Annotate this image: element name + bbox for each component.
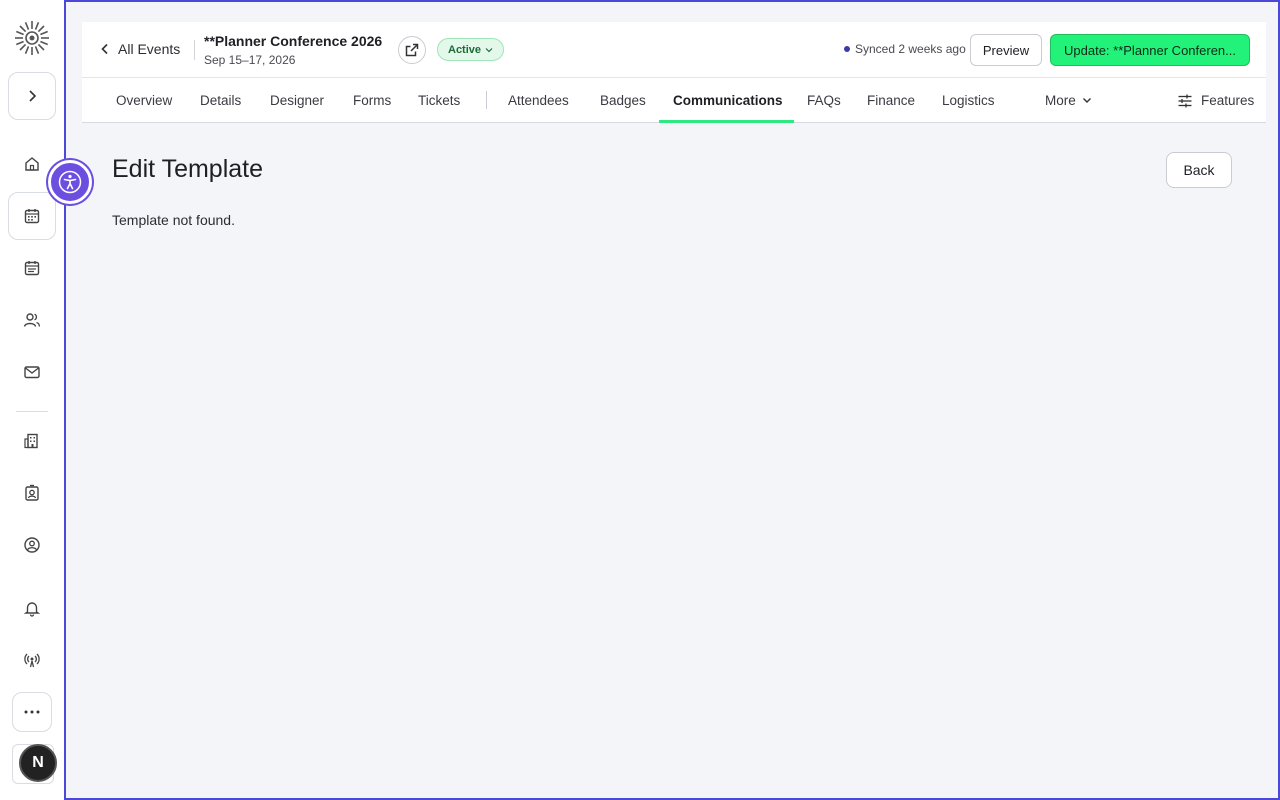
tab-finance[interactable]: Finance xyxy=(867,78,915,123)
schedule-icon xyxy=(24,261,40,276)
sync-dot-icon xyxy=(844,46,850,52)
ellipsis-icon xyxy=(24,710,40,714)
broadcast-icon xyxy=(24,653,40,668)
accessibility-icon xyxy=(58,170,82,194)
event-date: Sep 15–17, 2026 xyxy=(204,53,296,67)
chevron-down-icon xyxy=(1082,98,1091,103)
preview-button[interactable]: Preview xyxy=(970,34,1042,66)
all-events-label: All Events xyxy=(118,41,181,57)
nav-events[interactable] xyxy=(8,192,56,240)
tab-badges[interactable]: Badges xyxy=(600,78,646,123)
more-label: More xyxy=(1045,93,1076,108)
tab-faqs[interactable]: FAQs xyxy=(807,78,841,123)
nav-mail[interactable] xyxy=(8,348,56,396)
chevron-left-icon xyxy=(101,43,108,55)
tab-separator xyxy=(486,91,487,109)
active-tab-indicator xyxy=(659,120,794,123)
more-options-button[interactable] xyxy=(12,692,52,732)
external-link-icon xyxy=(405,43,419,57)
status-label: Active xyxy=(448,43,482,56)
left-rail: N xyxy=(0,0,64,800)
tab-tickets[interactable]: Tickets xyxy=(418,78,460,123)
tab-more-dropdown[interactable]: More xyxy=(1045,78,1092,123)
header-separator xyxy=(194,40,195,60)
event-header: All Events **Planner Conference 2026 Sep… xyxy=(82,22,1266,77)
sync-text: Synced 2 weeks ago xyxy=(855,42,966,56)
building-icon xyxy=(24,433,38,449)
open-external-button[interactable] xyxy=(398,36,426,64)
event-tabs: Overview Details Designer Forms Tickets … xyxy=(82,77,1266,123)
rail-divider xyxy=(16,411,48,412)
home-icon xyxy=(25,157,39,171)
tab-forms[interactable]: Forms xyxy=(353,78,391,123)
expand-sidebar-button[interactable] xyxy=(8,72,56,120)
nav-badges[interactable] xyxy=(8,469,56,517)
tab-details[interactable]: Details xyxy=(200,78,241,123)
page-title: Edit Template xyxy=(112,155,264,183)
template-not-found-message: Template not found. xyxy=(112,212,235,228)
user-circle-icon xyxy=(24,537,40,553)
users-icon xyxy=(23,313,41,327)
chevron-down-icon xyxy=(485,47,493,52)
nav-profile[interactable] xyxy=(8,521,56,569)
update-button[interactable]: Update: **Planner Conferen... xyxy=(1050,34,1250,66)
event-title: **Planner Conference 2026 xyxy=(204,33,383,49)
back-button[interactable]: Back xyxy=(1166,152,1232,188)
mail-icon xyxy=(24,366,40,379)
nav-users[interactable] xyxy=(8,296,56,344)
nav-venues[interactable] xyxy=(8,417,56,465)
tab-attendees[interactable]: Attendees xyxy=(508,78,569,123)
tab-overview[interactable]: Overview xyxy=(116,78,172,123)
features-button[interactable]: Features xyxy=(1177,78,1254,123)
calendar-icon xyxy=(24,209,40,224)
avatar[interactable]: N xyxy=(19,744,57,782)
accessibility-button[interactable] xyxy=(48,160,92,204)
all-events-link[interactable]: All Events xyxy=(100,41,180,57)
sync-status: Synced 2 weeks ago xyxy=(844,42,966,56)
nav-broadcast[interactable] xyxy=(8,636,56,684)
features-label: Features xyxy=(1201,93,1255,108)
bell-icon xyxy=(23,602,41,617)
sliders-icon xyxy=(1178,94,1192,107)
nav-notifications[interactable] xyxy=(8,584,56,632)
logo-icon[interactable] xyxy=(14,20,50,56)
tab-designer[interactable]: Designer xyxy=(270,78,324,123)
tab-communications[interactable]: Communications xyxy=(673,78,783,123)
badge-icon xyxy=(25,484,39,501)
main-frame: All Events **Planner Conference 2026 Sep… xyxy=(64,0,1280,800)
status-dropdown[interactable]: Active xyxy=(437,38,505,61)
chevron-right-icon xyxy=(29,90,37,102)
nav-schedule[interactable] xyxy=(8,244,56,292)
tab-logistics[interactable]: Logistics xyxy=(942,78,995,123)
